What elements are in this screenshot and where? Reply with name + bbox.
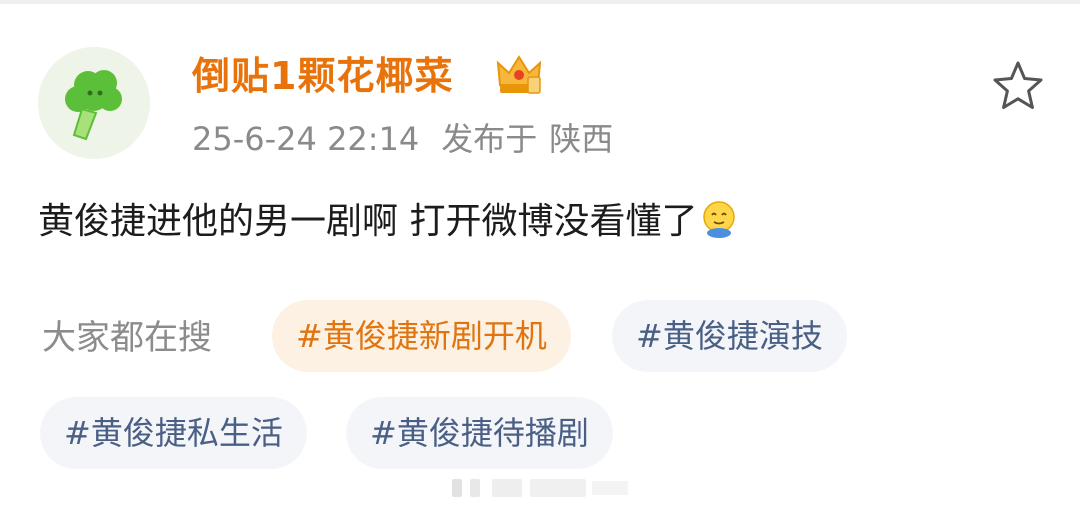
post-content: 黄俊捷进他的男一剧啊 打开微博没看懂了 <box>38 196 737 248</box>
published-prefix: 发布于 <box>441 120 538 158</box>
search-tag[interactable]: #黄俊捷待播剧 <box>346 397 613 469</box>
page-indicator <box>452 479 628 497</box>
location: 陕西 <box>549 120 614 158</box>
crown-icon[interactable] <box>494 51 544 97</box>
broccoli-avatar-icon <box>38 47 150 159</box>
post-meta: 25-6-24 22:14 发布于 陕西 <box>192 116 613 162</box>
search-tag[interactable]: #黄俊捷演技 <box>612 300 847 372</box>
search-section-label: 大家都在搜 <box>42 318 212 358</box>
top-divider <box>0 0 1080 4</box>
star-icon[interactable] <box>990 58 1046 114</box>
search-tag[interactable]: #黄俊捷私生活 <box>40 397 307 469</box>
username[interactable]: 倒贴1颗花椰菜 <box>192 50 453 102</box>
sweat-smile-emoji-icon <box>703 201 736 238</box>
avatar[interactable] <box>38 47 150 159</box>
post-text: 黄俊捷进他的男一剧啊 打开微博没看懂了 <box>38 201 698 242</box>
search-tag-hot[interactable]: #黄俊捷新剧开机 <box>272 300 571 372</box>
timestamp: 25-6-24 22:14 <box>192 120 420 158</box>
